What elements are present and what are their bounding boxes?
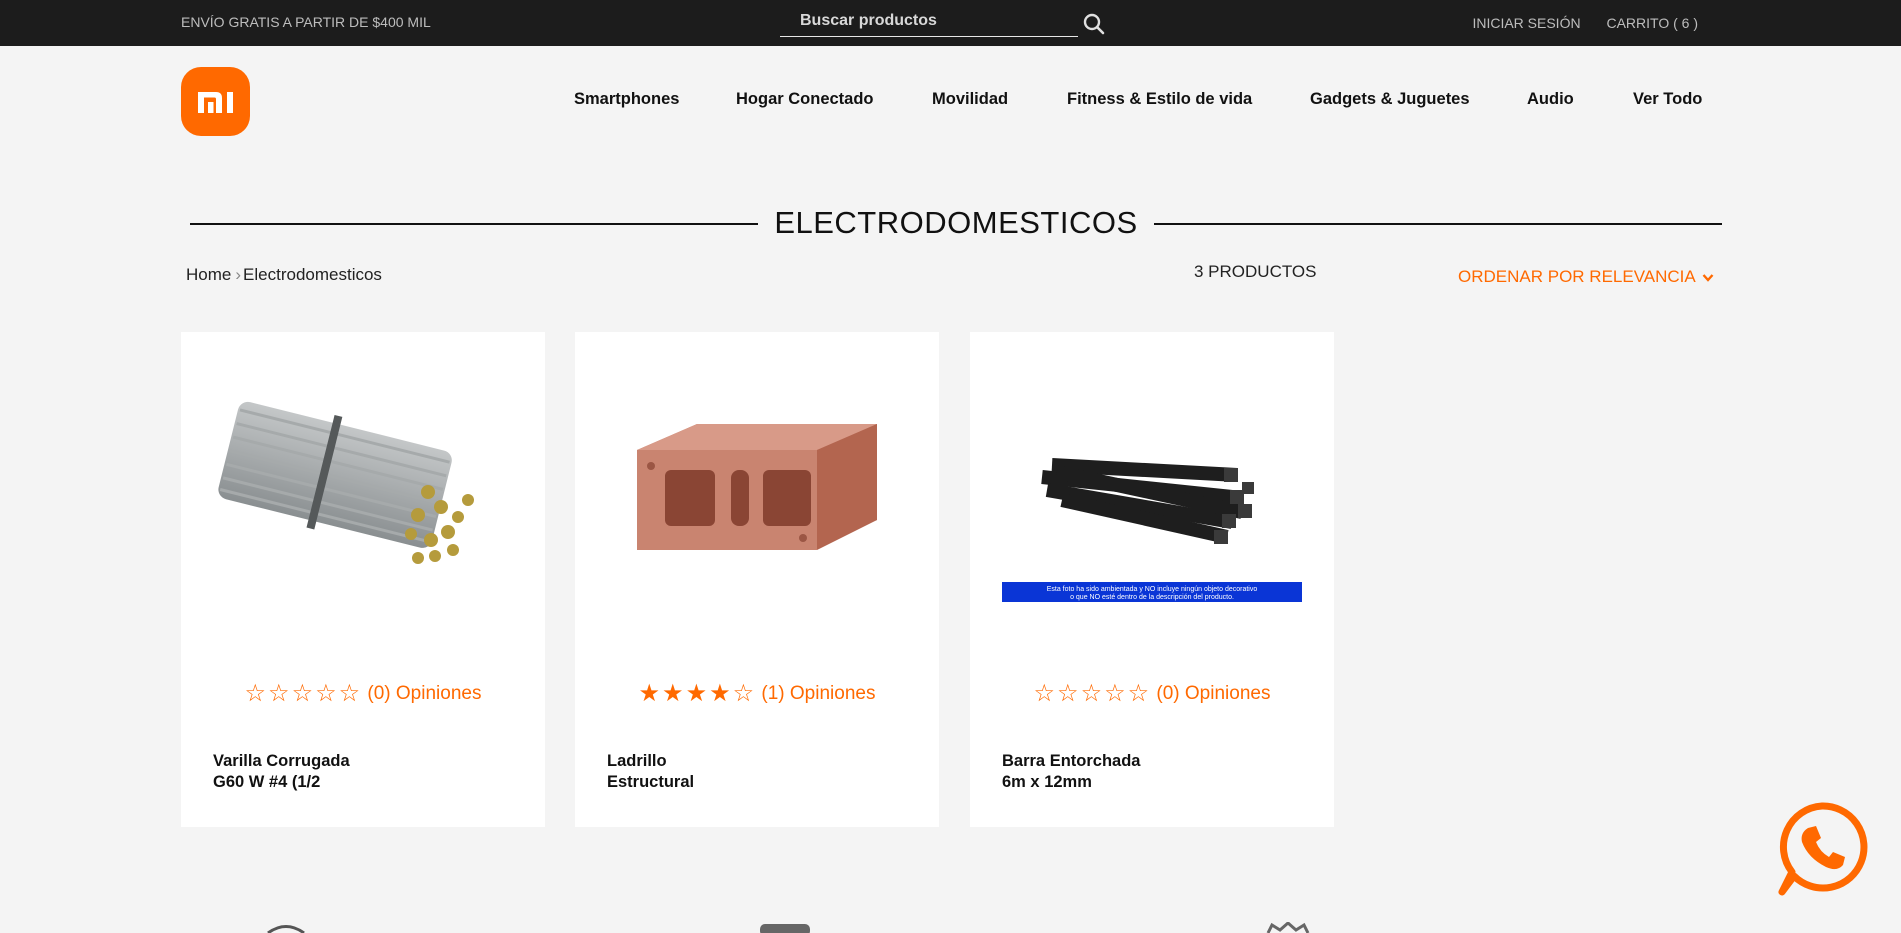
breadcrumb-current: Electrodomesticos	[243, 265, 382, 284]
product-card[interactable]: ☆☆☆☆☆ (0) Opiniones Varilla Corrugada G6…	[181, 332, 545, 827]
category-header: ELECTRODOMESTICOS	[190, 205, 1722, 245]
product-name[interactable]: Ladrillo Estructural	[607, 751, 767, 793]
product-rating[interactable]: ☆☆☆☆☆ (0) Opiniones	[181, 679, 545, 708]
review-count: (0) Opiniones	[367, 683, 482, 704]
product-name-line1: Barra Entorchada	[1002, 752, 1141, 770]
chevron-down-icon	[1702, 273, 1714, 282]
top-bar: ENVÍO GRATIS A PARTIR DE $400 MIL INICIA…	[0, 0, 1901, 46]
nav-ver-todo[interactable]: Ver Todo	[1633, 90, 1702, 109]
product-name-line2: Estructural	[607, 773, 695, 791]
review-count: (0) Opiniones	[1156, 683, 1271, 704]
product-image-twisted-bars[interactable]: Esta foto ha sido ambientada y NO incluy…	[1002, 372, 1302, 602]
breadcrumb-separator-icon: ›	[235, 265, 242, 284]
nav-gadgets[interactable]: Gadgets & Juguetes	[1310, 90, 1470, 109]
product-image-rebar[interactable]	[213, 372, 513, 602]
whatsapp-phone-icon[interactable]	[1774, 800, 1870, 896]
search-icon[interactable]	[1082, 12, 1106, 36]
rating-stars-icon: ★★★★☆	[638, 680, 757, 707]
cart-link[interactable]: CARRITO ( 6 )	[1606, 15, 1698, 31]
product-name[interactable]: Varilla Corrugada G60 W #4 (1/2	[213, 751, 373, 793]
nav-hogar-conectado[interactable]: Hogar Conectado	[736, 90, 874, 109]
search-input[interactable]	[780, 6, 1082, 36]
nav-fitness[interactable]: Fitness & Estilo de vida	[1067, 90, 1252, 109]
breadcrumb: Home › Electrodomesticos	[186, 265, 382, 285]
rating-stars-icon: ☆☆☆☆☆	[244, 680, 363, 707]
account-links: INICIAR SESIÓN CARRITO ( 6 )	[1450, 15, 1698, 31]
nav-movilidad[interactable]: Movilidad	[932, 90, 1008, 109]
sort-dropdown[interactable]: ORDENAR POR RELEVANCIA	[1458, 267, 1714, 287]
product-name-line1: Varilla Corrugada	[213, 752, 350, 770]
product-image-brick[interactable]	[607, 372, 907, 602]
product-name[interactable]: Barra Entorchada 6m x 12mm	[1002, 751, 1162, 793]
product-name-line2: 6m x 12mm	[1002, 773, 1092, 791]
login-link[interactable]: INICIAR SESIÓN	[1472, 15, 1580, 31]
svg-text:Esta foto ha sido ambientada y: Esta foto ha sido ambientada y NO incluy…	[1047, 586, 1258, 593]
product-name-line2: G60 W #4 (1/2	[213, 773, 321, 791]
product-name-line1: Ladrillo	[607, 752, 667, 770]
product-rating[interactable]: ☆☆☆☆☆ (0) Opiniones	[970, 679, 1334, 708]
nav-smartphones[interactable]: Smartphones	[574, 90, 679, 109]
nav-audio[interactable]: Audio	[1527, 90, 1574, 109]
svg-text:o que NO esté dentro de la des: o que NO esté dentro de la descripción d…	[1070, 594, 1234, 601]
footer-icons-partial	[267, 922, 1310, 933]
product-card[interactable]: ★★★★☆ (1) Opiniones Ladrillo Estructural	[575, 332, 939, 827]
free-shipping-promo: ENVÍO GRATIS A PARTIR DE $400 MIL	[181, 14, 431, 30]
review-count: (1) Opiniones	[761, 683, 876, 704]
rating-stars-icon: ☆☆☆☆☆	[1033, 680, 1152, 707]
main-nav: Smartphones Hogar Conectado Movilidad Fi…	[0, 90, 1901, 112]
product-count: 3 PRODUCTOS	[1194, 262, 1317, 281]
title-divider-right	[1154, 223, 1722, 225]
product-card[interactable]: Esta foto ha sido ambientada y NO incluy…	[970, 332, 1334, 827]
breadcrumb-home[interactable]: Home	[186, 265, 231, 284]
product-rating[interactable]: ★★★★☆ (1) Opiniones	[575, 679, 939, 708]
search-box	[780, 6, 1082, 37]
sort-label: ORDENAR POR RELEVANCIA	[1458, 267, 1696, 286]
